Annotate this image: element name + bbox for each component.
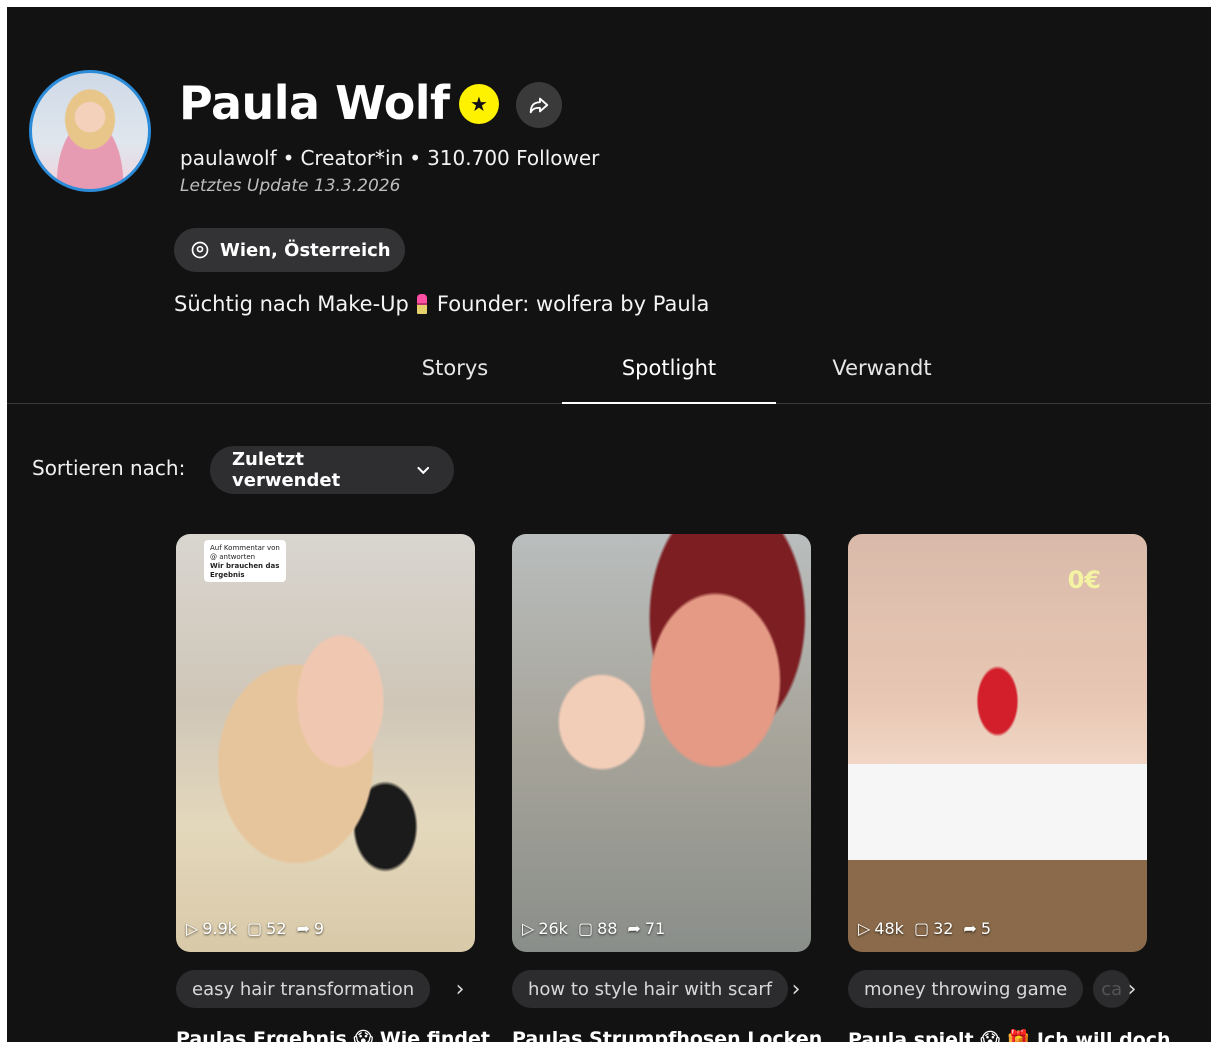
card-title[interactable]: Paulas Ergebnis 😱 Wie findet bbox=[176, 1028, 490, 1042]
tab-bar: Storys Spotlight Verwandt bbox=[7, 337, 1211, 404]
last-update: Letztes Update 13.3.2026 bbox=[180, 176, 401, 196]
video-stats: ▷ 48k ▢ 32 ➦ 5 bbox=[858, 919, 991, 938]
share-icon: ➦ bbox=[296, 919, 310, 938]
card-title[interactable]: Paulas Strumpfhosen Locken bbox=[512, 1028, 822, 1042]
profile-page: Paula Wolf ★ paulawolf • Creator*in • 310.70… bbox=[7, 7, 1211, 1042]
chevron-right-icon[interactable]: › bbox=[1117, 970, 1147, 1008]
chevron-right-icon[interactable]: › bbox=[445, 970, 475, 1008]
location-label: Wien, Österreich bbox=[220, 239, 391, 261]
sort-dropdown[interactable]: Zuletzt verwendet bbox=[210, 446, 454, 494]
chevron-down-icon bbox=[417, 466, 430, 475]
share-icon: ➦ bbox=[963, 919, 977, 938]
location-pin-icon bbox=[191, 241, 209, 259]
sticker-line-2: Wir brauchen das Ergebnis bbox=[210, 562, 280, 579]
comment-count: 88 bbox=[597, 919, 618, 938]
view-count: 9.9k bbox=[202, 919, 238, 938]
lipstick-icon bbox=[416, 294, 427, 314]
star-icon: ★ bbox=[459, 84, 499, 124]
bio-text-2: Founder: wolfera by Paula bbox=[436, 292, 710, 316]
username: paulawolf bbox=[180, 146, 277, 170]
spotlight-card: Auf Kommentar von @ antworten Wir brauch… bbox=[176, 534, 490, 1042]
tag-chip[interactable]: money throwing game bbox=[848, 970, 1084, 1008]
view-count: 26k bbox=[538, 919, 568, 938]
comment-icon: ▢ bbox=[247, 919, 263, 938]
share-count: 9 bbox=[313, 919, 325, 938]
share-count: 5 bbox=[980, 919, 992, 938]
play-icon: ▷ bbox=[858, 919, 871, 938]
share-icon bbox=[529, 97, 549, 114]
video-stats: ▷ 9.9k ▢ 52 ➦ 9 bbox=[186, 919, 324, 938]
sort-selected: Zuletzt verwendet bbox=[232, 449, 341, 491]
sticker-line-1: Auf Kommentar von @ antworten bbox=[210, 544, 280, 561]
video-thumbnail[interactable]: Auf Kommentar von @ antworten Wir brauch… bbox=[176, 534, 475, 952]
bio-text-1: Süchtig nach Make-Up bbox=[174, 292, 409, 316]
video-thumbnail[interactable]: ▷ 26k ▢ 88 ➦ 71 bbox=[512, 534, 811, 952]
tag-row: easy hair transformation › bbox=[176, 970, 475, 1008]
share-button[interactable] bbox=[516, 82, 562, 128]
location-chip[interactable]: Wien, Österreich bbox=[174, 228, 405, 272]
tag-chip[interactable]: easy hair transformation bbox=[176, 970, 431, 1008]
bio: Süchtig nach Make-Up Founder: wolfera by … bbox=[174, 292, 709, 316]
comment-count: 52 bbox=[266, 919, 287, 938]
share-icon: ➦ bbox=[627, 919, 641, 938]
video-overlay-text: 0€ bbox=[1067, 566, 1101, 594]
profile-meta: paulawolf • Creator*in • 310.700 Follower bbox=[180, 146, 600, 170]
comment-icon: ▢ bbox=[577, 919, 594, 938]
tab-verwandt[interactable]: Verwandt bbox=[775, 337, 989, 403]
comment-icon: ▢ bbox=[913, 919, 930, 938]
sort-label: Sortieren nach: bbox=[32, 456, 186, 480]
chevron-right-icon[interactable]: › bbox=[781, 970, 811, 1008]
play-icon: ▷ bbox=[522, 919, 535, 938]
tag-row: how to style hair with scarf › bbox=[512, 970, 811, 1008]
video-stats: ▷ 26k ▢ 88 ➦ 71 bbox=[522, 919, 665, 938]
spotlight-card: 0€ ▷ 48k ▢ 32 ➦ 5 money throwing game ca › … bbox=[848, 534, 1171, 1042]
video-thumbnail[interactable]: 0€ ▷ 48k ▢ 32 ➦ 5 bbox=[848, 534, 1147, 952]
view-count: 48k bbox=[874, 919, 904, 938]
profile-name: Paula Wolf bbox=[179, 76, 450, 130]
tag-row: money throwing game ca › bbox=[848, 970, 1147, 1008]
tag-chip[interactable]: how to style hair with scarf bbox=[512, 970, 789, 1008]
card-title[interactable]: Paula spielt 😱 🎁 Ich will doch bbox=[848, 1028, 1171, 1042]
tab-spotlight[interactable]: Spotlight bbox=[562, 337, 776, 404]
comment-sticker: Auf Kommentar von @ antworten Wir brauch… bbox=[204, 540, 286, 582]
spotlight-card: ▷ 26k ▢ 88 ➦ 71 how to style hair with scar… bbox=[512, 534, 822, 1042]
play-icon: ▷ bbox=[186, 919, 199, 938]
comment-count: 32 bbox=[933, 919, 954, 938]
avatar[interactable] bbox=[29, 70, 151, 192]
share-count: 71 bbox=[644, 919, 666, 938]
tab-storys[interactable]: Storys bbox=[348, 337, 562, 403]
follower-count: 310.700 Follower bbox=[427, 146, 600, 170]
role: Creator*in bbox=[300, 146, 404, 170]
